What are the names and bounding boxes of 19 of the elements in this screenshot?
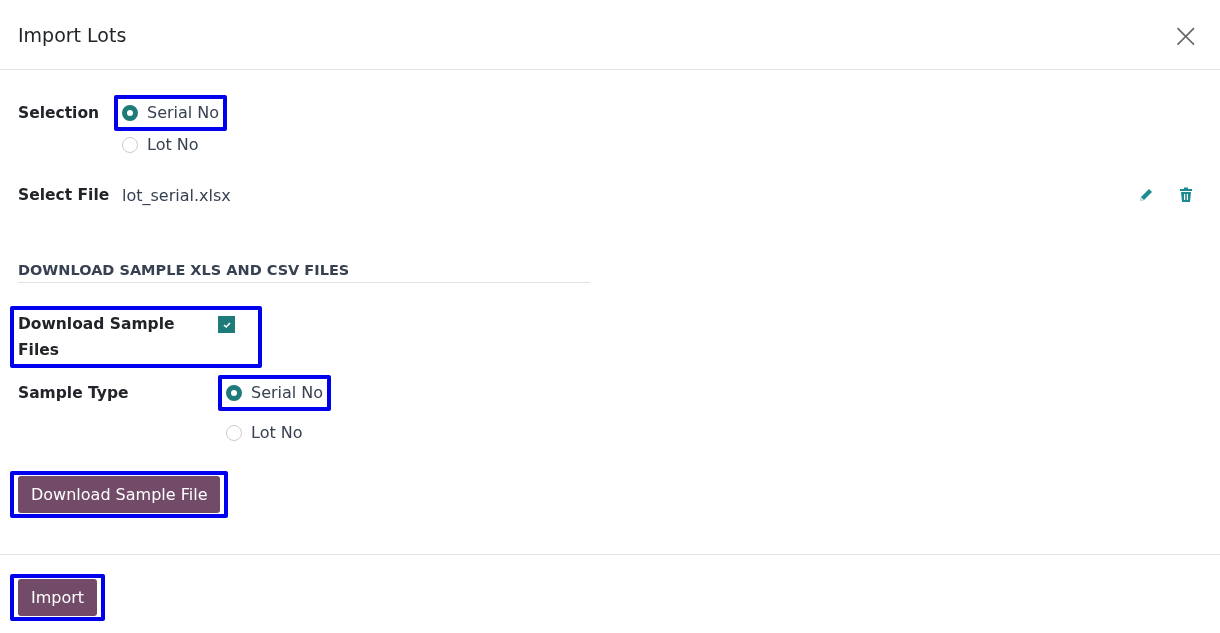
field-label: Select File [18,185,111,206]
file-name: lot_serial.xlsx [122,185,232,205]
download-sample-button[interactable]: Download Sample File [18,476,221,513]
section-heading: DOWNLOAD SAMPLE XLS AND CSV FILES [18,262,590,283]
radio-option[interactable]: Serial No [122,100,220,126]
pencil-icon[interactable] [1138,187,1154,203]
dialog-title: Import Lots [18,23,127,46]
field-label: Sample Type [18,383,130,404]
radio-button[interactable] [226,385,242,401]
trash-icon[interactable] [1179,187,1193,203]
field-label: Selection [18,103,101,124]
checkbox[interactable] [218,316,235,333]
radio-button[interactable] [122,105,138,121]
radio-option[interactable]: Lot No [122,132,220,158]
close-button[interactable]: × [1169,17,1202,52]
radio-option[interactable]: Serial No [226,380,324,406]
import-button[interactable]: Import [18,579,98,616]
radio-option[interactable]: Lot No [226,420,324,446]
field-label: Download Sample Files [18,314,176,361]
